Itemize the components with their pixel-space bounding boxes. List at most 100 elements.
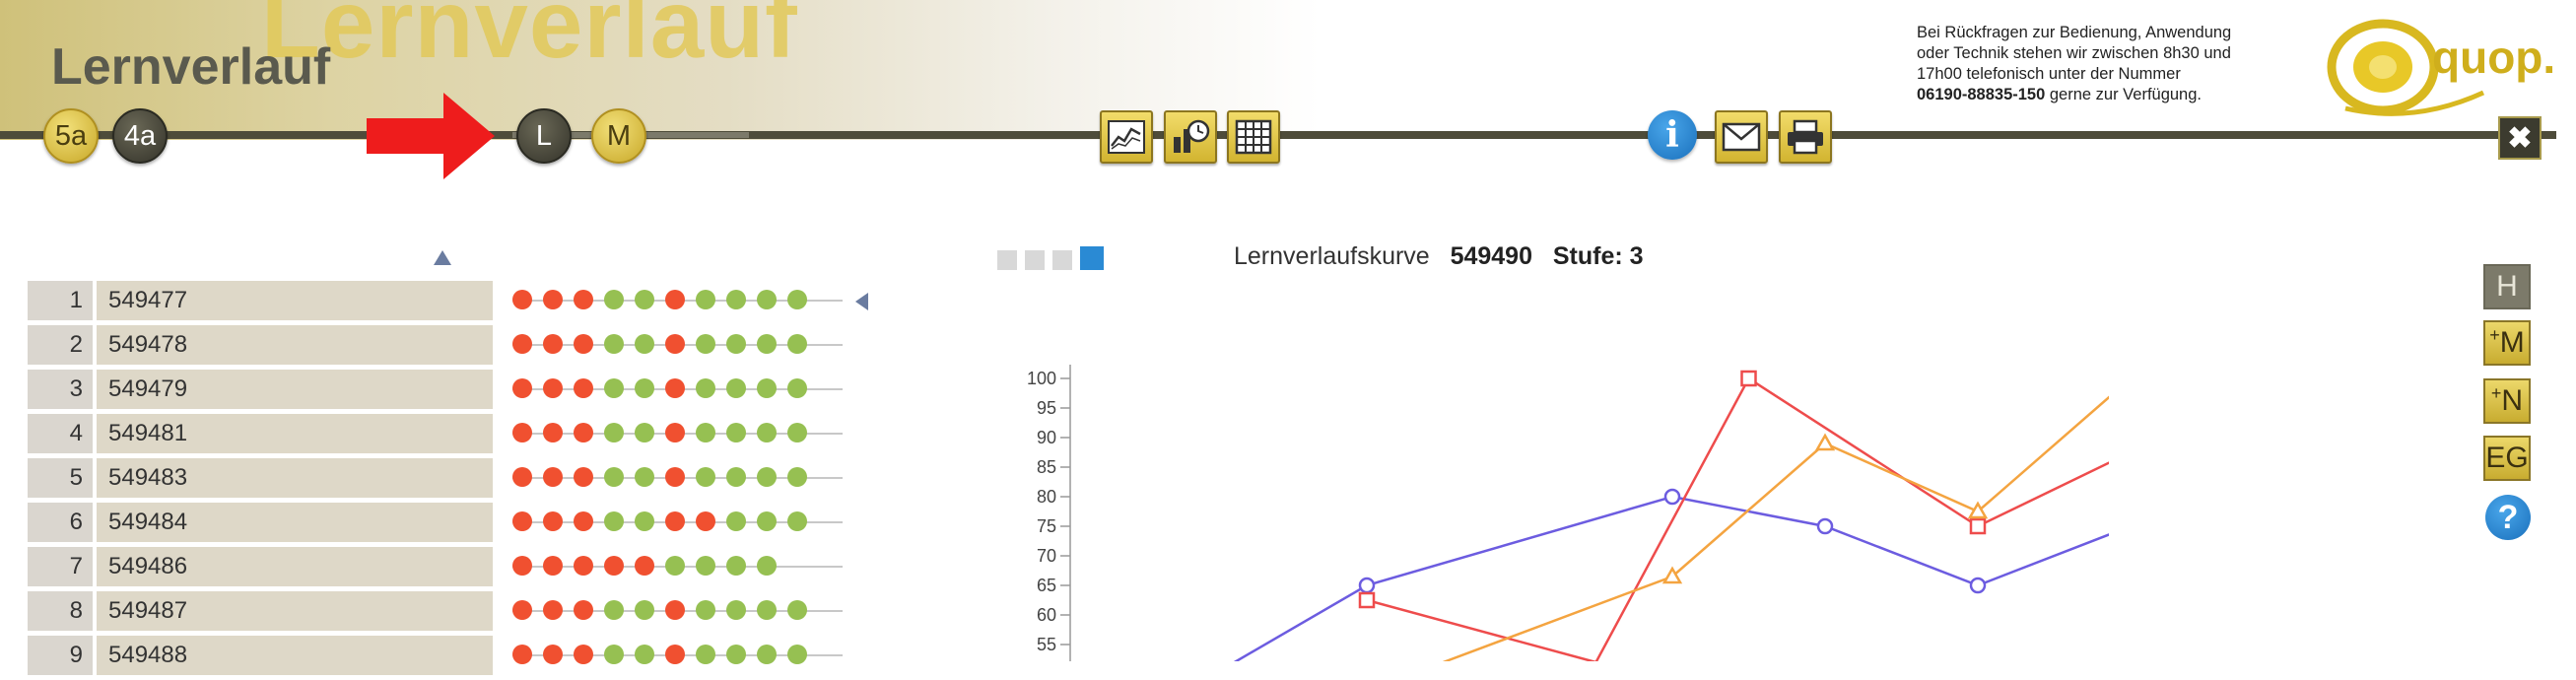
side-button-eg[interactable]: EG <box>2483 436 2531 481</box>
result-dot-red[interactable] <box>574 467 593 487</box>
result-dot-red[interactable] <box>665 423 685 442</box>
side-button-n[interactable]: + N <box>2483 378 2531 424</box>
class-tab-5a[interactable]: 5a <box>43 108 99 164</box>
result-dot-green[interactable] <box>726 334 746 354</box>
table-row[interactable]: 7 549486 <box>28 547 843 586</box>
result-dot-red[interactable] <box>512 511 532 531</box>
result-dot-green[interactable] <box>604 645 624 664</box>
collapse-left-icon[interactable] <box>855 293 868 310</box>
result-dot-red[interactable] <box>665 334 685 354</box>
result-dot-red[interactable] <box>543 467 563 487</box>
result-dot-green[interactable] <box>757 600 777 620</box>
info-icon[interactable]: i <box>1648 110 1697 160</box>
table-row[interactable]: 4 549481 <box>28 414 843 453</box>
result-dot-green[interactable] <box>787 423 807 442</box>
line-chart-button[interactable] <box>1100 110 1153 164</box>
result-dot-green[interactable] <box>757 290 777 309</box>
result-dot-green[interactable] <box>665 556 685 576</box>
result-dot-red[interactable] <box>543 556 563 576</box>
result-dot-red[interactable] <box>512 290 532 309</box>
mail-button[interactable] <box>1715 110 1768 164</box>
result-dot-red[interactable] <box>574 645 593 664</box>
result-dot-green[interactable] <box>635 334 654 354</box>
table-view-button[interactable] <box>1227 110 1280 164</box>
table-row[interactable]: 8 549487 <box>28 591 843 631</box>
result-dot-green[interactable] <box>787 511 807 531</box>
student-id[interactable]: 549488 <box>97 636 493 675</box>
student-id[interactable]: 549478 <box>97 325 493 365</box>
result-dot-green[interactable] <box>787 467 807 487</box>
table-row[interactable]: 6 549484 <box>28 503 843 542</box>
result-dot-red[interactable] <box>574 423 593 442</box>
result-dot-green[interactable] <box>635 423 654 442</box>
result-dot-green[interactable] <box>604 290 624 309</box>
student-id[interactable]: 549483 <box>97 458 493 498</box>
result-dot-green[interactable] <box>635 645 654 664</box>
result-dot-red[interactable] <box>543 600 563 620</box>
view-tab-4[interactable] <box>1080 246 1104 270</box>
result-dot-green[interactable] <box>787 600 807 620</box>
result-dot-green[interactable] <box>787 645 807 664</box>
result-dot-red[interactable] <box>665 378 685 398</box>
result-dot-green[interactable] <box>635 511 654 531</box>
result-dot-red[interactable] <box>512 556 532 576</box>
result-dot-green[interactable] <box>604 423 624 442</box>
result-dot-green[interactable] <box>726 600 746 620</box>
student-id[interactable]: 549487 <box>97 591 493 631</box>
result-dot-red[interactable] <box>574 511 593 531</box>
result-dot-green[interactable] <box>787 290 807 309</box>
help-icon[interactable]: ? <box>2485 495 2531 540</box>
result-dot-green[interactable] <box>726 467 746 487</box>
result-dot-green[interactable] <box>726 645 746 664</box>
result-dot-green[interactable] <box>757 511 777 531</box>
student-id[interactable]: 549481 <box>97 414 493 453</box>
result-dot-green[interactable] <box>696 290 715 309</box>
student-id[interactable]: 549486 <box>97 547 493 586</box>
result-dot-red[interactable] <box>696 511 715 531</box>
result-dot-red[interactable] <box>543 511 563 531</box>
result-dot-red[interactable] <box>574 334 593 354</box>
result-dot-red[interactable] <box>665 290 685 309</box>
table-row[interactable]: 9 549488 <box>28 636 843 675</box>
result-dot-green[interactable] <box>635 600 654 620</box>
table-row[interactable]: 3 549479 <box>28 370 843 409</box>
result-dot-red[interactable] <box>543 290 563 309</box>
result-dot-red[interactable] <box>635 556 654 576</box>
result-dot-green[interactable] <box>696 600 715 620</box>
result-dot-green[interactable] <box>696 645 715 664</box>
table-row[interactable]: 1 549477 <box>28 281 843 320</box>
view-tab-2[interactable] <box>1025 250 1045 270</box>
class-tab-4a[interactable]: 4a <box>112 108 168 164</box>
result-dot-red[interactable] <box>512 645 532 664</box>
result-dot-green[interactable] <box>696 423 715 442</box>
table-row[interactable]: 5 549483 <box>28 458 843 498</box>
result-dot-red[interactable] <box>543 334 563 354</box>
timeline-button[interactable] <box>1164 110 1217 164</box>
result-dot-red[interactable] <box>543 423 563 442</box>
result-dot-green[interactable] <box>757 378 777 398</box>
result-dot-red[interactable] <box>543 645 563 664</box>
view-tab-3[interactable] <box>1052 250 1072 270</box>
result-dot-red[interactable] <box>665 600 685 620</box>
result-dot-green[interactable] <box>635 290 654 309</box>
result-dot-green[interactable] <box>604 334 624 354</box>
view-tab-1[interactable] <box>997 250 1017 270</box>
result-dot-green[interactable] <box>604 467 624 487</box>
close-button[interactable]: ✖ <box>2498 116 2542 160</box>
student-id[interactable]: 549477 <box>97 281 493 320</box>
result-dot-green[interactable] <box>757 334 777 354</box>
result-dot-green[interactable] <box>696 467 715 487</box>
result-dot-red[interactable] <box>512 423 532 442</box>
result-dot-green[interactable] <box>635 378 654 398</box>
result-dot-red[interactable] <box>574 378 593 398</box>
result-dot-red[interactable] <box>512 378 532 398</box>
result-dot-green[interactable] <box>635 467 654 487</box>
table-row[interactable]: 2 549478 <box>28 325 843 365</box>
result-dot-green[interactable] <box>726 290 746 309</box>
level-button-m[interactable]: M <box>591 108 646 164</box>
result-dot-red[interactable] <box>543 378 563 398</box>
sort-ascending-icon[interactable] <box>434 250 451 265</box>
side-button-h[interactable]: H <box>2483 264 2531 309</box>
student-id[interactable]: 549479 <box>97 370 493 409</box>
side-button-m[interactable]: + M <box>2483 320 2531 366</box>
